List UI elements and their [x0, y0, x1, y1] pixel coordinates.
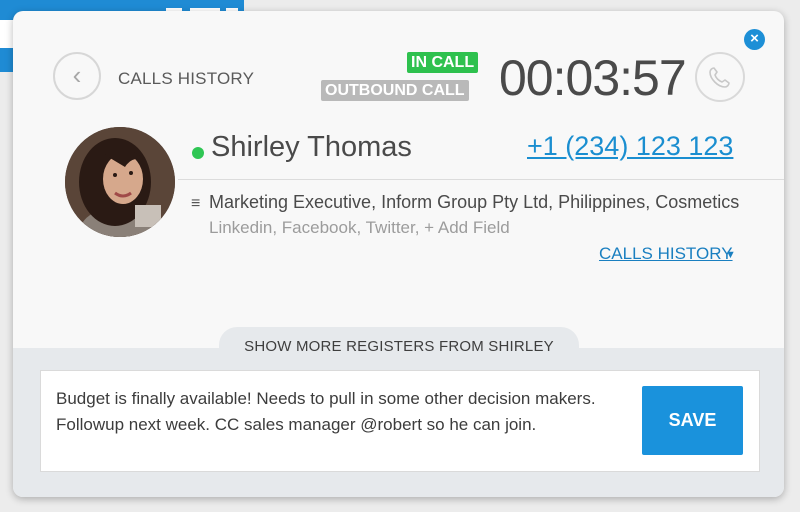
divider	[178, 179, 784, 180]
avatar	[65, 127, 175, 237]
calls-history-link[interactable]: CALLS HISTORY	[599, 244, 733, 264]
chevron-left-icon: ‹	[72, 60, 82, 90]
calls-history-header-label[interactable]: CALLS HISTORY	[118, 69, 254, 89]
contact-details: Marketing Executive, Inform Group Pty Lt…	[209, 192, 740, 212]
close-icon[interactable]: ×	[744, 29, 765, 50]
show-more-registers-button[interactable]: SHOW MORE REGISTERS FROM SHIRLEY	[219, 327, 579, 361]
linkedin-link[interactable]: Linkedin	[209, 218, 272, 237]
note-box: Budget is finally available! Needs to pu…	[40, 370, 760, 472]
facebook-link[interactable]: Facebook	[282, 218, 357, 237]
presence-indicator	[192, 147, 204, 159]
save-button[interactable]: SAVE	[642, 386, 743, 455]
contact-name: Shirley Thomas	[211, 131, 412, 163]
note-textarea[interactable]: Budget is finally available! Needs to pu…	[56, 386, 616, 438]
twitter-link[interactable]: Twitter	[366, 218, 415, 237]
avatar-photo	[65, 127, 175, 237]
caret-down-icon[interactable]: ▼	[725, 249, 736, 261]
contact-phone-link[interactable]: +1 (234) 123 123	[527, 131, 733, 162]
call-timer: 00:03:57	[499, 50, 687, 106]
menu-icon: ≡	[191, 195, 201, 212]
call-panel: × ‹ CALLS HISTORY IN CALL OUTBOUND CALL …	[13, 11, 784, 497]
add-field-link[interactable]: + Add Field	[424, 218, 510, 237]
outbound-call-badge: OUTBOUND CALL	[321, 80, 469, 101]
social-links: Linkedin, Facebook, Twitter, + Add Field	[209, 218, 510, 237]
background-app-glyph	[0, 20, 14, 48]
phone-icon	[709, 67, 730, 88]
back-button[interactable]: ‹	[53, 52, 101, 100]
in-call-badge: IN CALL	[407, 52, 479, 73]
phone-button[interactable]	[695, 52, 745, 102]
